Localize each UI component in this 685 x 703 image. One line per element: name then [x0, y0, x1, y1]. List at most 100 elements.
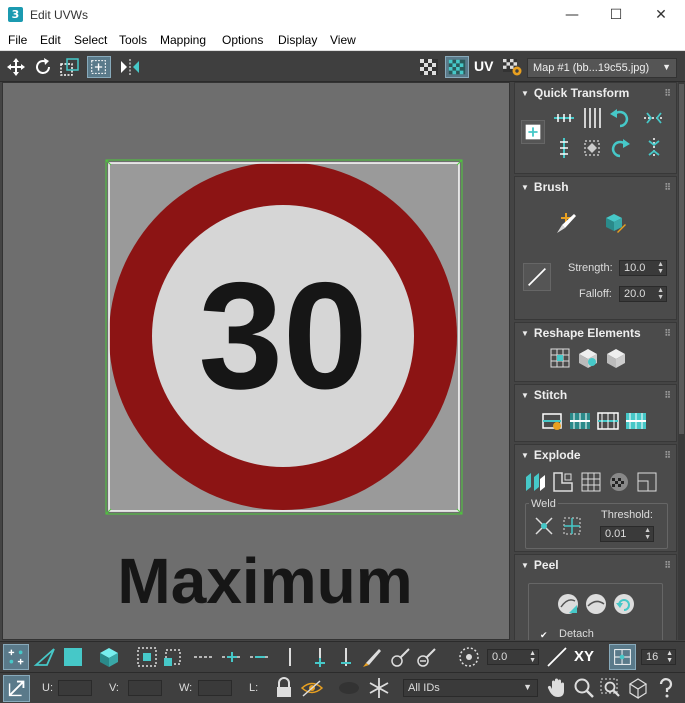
straighten-selection-icon[interactable]: [547, 345, 573, 371]
paint-select-shrink-icon[interactable]: [414, 645, 438, 669]
rotate-ccw-icon[interactable]: [607, 105, 633, 131]
relax-settings-icon[interactable]: [603, 345, 629, 371]
ring-shrink-icon[interactable]: [334, 645, 358, 669]
ring-grow-icon[interactable]: [308, 645, 332, 669]
hide-icon[interactable]: [300, 676, 324, 700]
spinner-arrows-icon[interactable]: ▲ ▼: [657, 261, 664, 275]
align-vertical-icon[interactable]: [551, 135, 577, 161]
zoom-icon[interactable]: [572, 676, 596, 700]
flatten-by-polygon-icon[interactable]: [606, 469, 632, 495]
u-field[interactable]: [58, 680, 92, 696]
reshape-header[interactable]: ▼ Reshape Elements ⠿: [515, 323, 676, 343]
relax-icon[interactable]: [575, 345, 601, 371]
paint-select-icon[interactable]: [360, 645, 384, 669]
stitch-average-icon[interactable]: [595, 408, 621, 434]
stitch-custom-icon[interactable]: [539, 408, 565, 434]
map-settings-icon[interactable]: [500, 56, 524, 78]
space-horizontal-icon[interactable]: [579, 135, 605, 161]
reset-peel-icon[interactable]: [611, 591, 637, 617]
spinner-arrows-icon[interactable]: ▲ ▼: [644, 527, 651, 541]
zoom-region-icon[interactable]: [598, 676, 622, 700]
weld-selected-icon[interactable]: [531, 513, 557, 539]
freeform-icon[interactable]: [87, 56, 111, 78]
menu-select[interactable]: Select: [74, 33, 107, 47]
grid-spinner[interactable]: 16 ▲ ▼: [641, 649, 676, 665]
rotation-spinner[interactable]: 0.0 ▲ ▼: [487, 649, 539, 665]
pan-icon[interactable]: [545, 676, 569, 700]
peel-mode-icon[interactable]: [583, 591, 609, 617]
menu-file[interactable]: File: [8, 33, 27, 47]
stitch-to-target-icon[interactable]: [567, 408, 593, 434]
menu-view[interactable]: View: [330, 33, 356, 47]
help-icon[interactable]: [654, 676, 678, 700]
spinner-arrows-icon[interactable]: ▲ ▼: [666, 650, 673, 664]
loop-grow-icon[interactable]: [220, 645, 244, 669]
scrollbar-thumb[interactable]: [679, 84, 684, 434]
falloff-spinner[interactable]: 20.0 ▲ ▼: [619, 286, 667, 302]
show-map-icon[interactable]: [445, 56, 469, 78]
edge-select-icon[interactable]: [33, 645, 57, 669]
flip-horizontal-icon[interactable]: [641, 105, 667, 131]
map-select[interactable]: Map #1 (bb...19c55.jpg) ▼: [527, 58, 677, 78]
mirror-icon[interactable]: [118, 56, 142, 78]
menu-options[interactable]: Options: [222, 33, 263, 47]
polygon-select-icon[interactable]: [61, 645, 85, 669]
soft-selection-icon[interactable]: [456, 645, 482, 669]
v-field[interactable]: [128, 680, 162, 696]
spinner-arrows-icon[interactable]: ▲ ▼: [657, 287, 664, 301]
explode-by-material-icon[interactable]: [578, 469, 604, 495]
w-field[interactable]: [198, 680, 232, 696]
quick-peel-icon[interactable]: [555, 591, 581, 617]
menu-mapping[interactable]: Mapping: [160, 33, 206, 47]
close-button[interactable]: ✕: [638, 0, 684, 30]
align-center-icon[interactable]: [521, 120, 545, 144]
brush-header[interactable]: ▼ Brush ⠿: [515, 177, 676, 197]
minimize-button[interactable]: —: [549, 0, 595, 30]
menu-display[interactable]: Display: [278, 33, 317, 47]
explode-settings-icon[interactable]: [634, 469, 660, 495]
flip-vertical-icon[interactable]: [641, 135, 667, 161]
detach-checkbox[interactable]: ✔: [540, 630, 550, 640]
menu-edit[interactable]: Edit: [40, 33, 61, 47]
loop-select-icon[interactable]: [192, 645, 216, 669]
grow-selection-icon[interactable]: [135, 645, 159, 669]
show-icon[interactable]: [336, 676, 362, 700]
checker-icon[interactable]: [417, 56, 441, 78]
element-select-icon[interactable]: [97, 645, 121, 669]
menu-tools[interactable]: Tools: [119, 33, 147, 47]
ring-select-icon[interactable]: [278, 645, 302, 669]
peel-header[interactable]: ▼ Peel ⠿: [515, 555, 676, 575]
grid-snap-icon[interactable]: [609, 644, 636, 670]
xy-label[interactable]: XY: [574, 648, 594, 665]
freeze-icon[interactable]: [367, 676, 391, 700]
paint-move-icon[interactable]: [553, 210, 579, 236]
panel-scrollbar[interactable]: [678, 82, 685, 640]
vertex-select-icon[interactable]: [3, 644, 29, 670]
material-id-select[interactable]: All IDs ▼: [403, 679, 538, 697]
uv-viewport[interactable]: 30 Maximum: [2, 82, 510, 640]
align-horizontal-icon[interactable]: [551, 105, 577, 131]
absolute-mode-icon[interactable]: [3, 675, 30, 702]
explode-header[interactable]: ▼ Explode ⠿: [515, 445, 676, 465]
brush-line-icon[interactable]: [523, 263, 551, 291]
uv-canvas[interactable]: 30 Maximum: [3, 83, 510, 640]
shrink-selection-icon[interactable]: [161, 645, 185, 669]
weld-target-icon[interactable]: [559, 513, 585, 539]
stitch-to-source-icon[interactable]: [623, 408, 649, 434]
loop-shrink-icon[interactable]: [248, 645, 272, 669]
threshold-spinner[interactable]: 0.01 ▲ ▼: [600, 526, 654, 542]
uv-label[interactable]: UV: [474, 58, 498, 80]
move-icon[interactable]: [4, 56, 28, 78]
space-vertical-icon[interactable]: [579, 105, 605, 131]
strength-spinner[interactable]: 10.0 ▲ ▼: [619, 260, 667, 276]
falloff-line-icon[interactable]: [545, 645, 569, 669]
lock-icon[interactable]: [273, 676, 295, 700]
scale-icon[interactable]: [58, 56, 82, 78]
rotate-icon[interactable]: [31, 56, 55, 78]
rotate-cw-icon[interactable]: [607, 135, 633, 161]
spinner-arrows-icon[interactable]: ▲ ▼: [529, 650, 536, 664]
break-icon[interactable]: [522, 469, 548, 495]
relax-brush-icon[interactable]: [601, 210, 627, 236]
stitch-header[interactable]: ▼ Stitch ⠿: [515, 385, 676, 405]
maximize-button[interactable]: ☐: [593, 0, 639, 30]
